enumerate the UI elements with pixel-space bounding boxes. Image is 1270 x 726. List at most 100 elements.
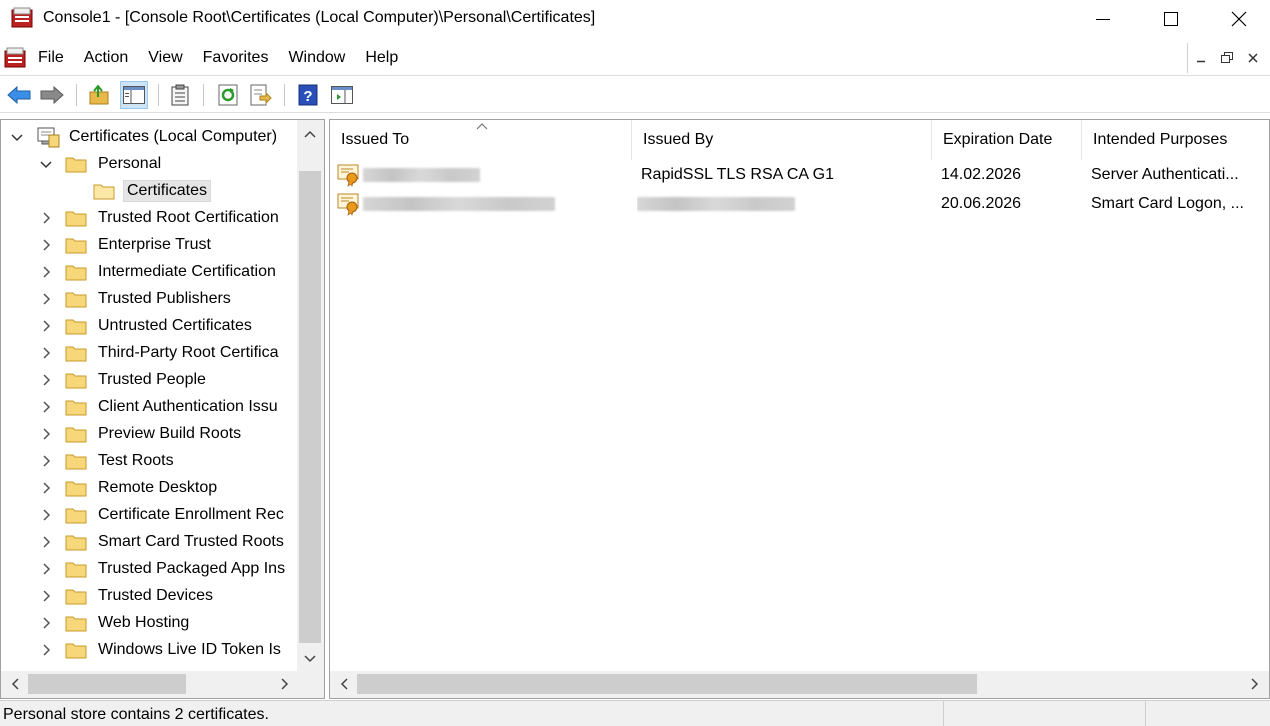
tree-node-store[interactable]: Enterprise Trust [38,231,214,258]
tree-node-store[interactable]: Windows Live ID Token Is [38,636,284,663]
child-restore-button[interactable] [1214,43,1240,73]
tree-label-store[interactable]: Trusted People [95,370,209,390]
child-close-button[interactable] [1240,43,1266,73]
chevron-right-icon[interactable] [38,561,54,577]
tree-node-store[interactable]: Trusted Root Certification [38,204,282,231]
chevron-right-icon[interactable] [38,237,54,253]
tree-label-store[interactable]: Windows Live ID Token Is [95,640,284,660]
scroll-down-icon[interactable] [300,649,320,669]
scroll-right-icon[interactable] [275,674,295,694]
tree-node-store[interactable]: Trusted Devices [38,582,216,609]
tree-node-store[interactable]: Test Roots [38,447,177,474]
scroll-up-icon[interactable] [300,124,320,144]
menu-favorites[interactable]: Favorites [193,49,279,67]
tree-node-store[interactable]: Client Authentication Issu [38,393,281,420]
tree-node-store[interactable]: Trusted Packaged App Ins [38,555,288,582]
list-hscroll-thumb[interactable] [357,674,977,694]
chevron-right-icon[interactable] [38,426,54,442]
tree-label-store[interactable]: Preview Build Roots [95,424,244,444]
properties-button[interactable] [166,81,194,109]
tree-label-store[interactable]: Trusted Packaged App Ins [95,559,288,579]
close-button[interactable] [1204,0,1270,38]
column-header-expiration-date[interactable]: Expiration Date [932,120,1082,160]
tree-horizontal-scrollbar[interactable] [1,671,324,698]
chevron-right-icon[interactable] [38,615,54,631]
chevron-right-icon[interactable] [38,480,54,496]
tree-label-store[interactable]: Intermediate Certification [95,262,279,282]
menu-window[interactable]: Window [278,49,355,67]
tree-label-store[interactable]: Certificate Enrollment Rec [95,505,287,525]
column-header-intended-purposes[interactable]: Intended Purposes [1082,120,1269,160]
maximize-button[interactable] [1136,0,1206,38]
tree-label-certificates-selected[interactable]: Certificates [123,179,212,202]
chevron-right-icon[interactable] [38,372,54,388]
tree-hscroll-thumb[interactable] [28,674,186,694]
show-action-pane-button[interactable] [328,81,356,109]
console-menu-icon[interactable] [3,46,27,70]
tree-node-store[interactable]: Certificate Enrollment Rec [38,501,287,528]
list-horizontal-scrollbar[interactable] [330,671,1269,698]
menu-action[interactable]: Action [74,49,138,67]
chevron-right-icon[interactable] [38,453,54,469]
tree-node-root[interactable]: Certificates (Local Computer) [9,123,280,150]
tree-label-store[interactable]: Trusted Root Certification [95,208,282,228]
up-one-level-button[interactable] [85,81,113,109]
tree-label-root[interactable]: Certificates (Local Computer) [66,127,280,147]
chevron-right-icon[interactable] [38,210,54,226]
chevron-right-icon[interactable] [38,507,54,523]
chevron-right-icon[interactable] [38,291,54,307]
menu-help[interactable]: Help [355,49,408,67]
tree-label-personal[interactable]: Personal [95,154,164,174]
tree-node-store[interactable]: Web Hosting [38,609,192,636]
chevron-down-icon[interactable] [38,156,54,172]
tree-label-store[interactable]: Enterprise Trust [95,235,214,255]
scroll-left-icon[interactable] [334,674,354,694]
chevron-right-icon[interactable] [38,399,54,415]
tree-node-store[interactable]: Untrusted Certificates [38,312,255,339]
tree-vertical-scrollbar[interactable] [297,120,324,672]
tree-label-store[interactable]: Web Hosting [95,613,192,633]
tree-label-store[interactable]: Trusted Devices [95,586,216,606]
menu-view[interactable]: View [138,49,192,67]
tree-node-store[interactable]: Preview Build Roots [38,420,244,447]
tree-node-store[interactable]: Third-Party Root Certifica [38,339,282,366]
tree-node-store[interactable]: Trusted Publishers [38,285,234,312]
tree-label-store[interactable]: Client Authentication Issu [95,397,281,417]
tree-label-store[interactable]: Smart Card Trusted Roots [95,532,287,552]
tree-label-store[interactable]: Untrusted Certificates [95,316,255,336]
chevron-right-icon[interactable] [38,318,54,334]
column-header-issued-to[interactable]: Issued To [330,120,632,160]
table-row[interactable]: RapidSSL TLS RSA CA G1 14.02.2026 Server… [330,160,1269,189]
tree-vscroll-thumb[interactable] [299,171,321,643]
refresh-button[interactable] [214,81,242,109]
tree-label-store[interactable]: Trusted Publishers [95,289,234,309]
help-button[interactable]: ? [294,81,322,109]
forward-button[interactable] [38,81,66,109]
column-header-issued-by[interactable]: Issued By [632,120,932,160]
show-hide-console-tree-button[interactable] [120,81,148,109]
chevron-right-icon[interactable] [38,534,54,550]
tree-node-certificates[interactable]: Certificates [93,177,212,204]
tree-node-personal[interactable]: Personal [38,150,164,177]
chevron-right-icon[interactable] [38,642,54,658]
tree-node-store[interactable]: Trusted People [38,366,209,393]
tree-node-store[interactable]: Smart Card Trusted Roots [38,528,287,555]
chevron-right-icon[interactable] [38,588,54,604]
menu-separator [0,75,1270,76]
tree-node-store[interactable]: Remote Desktop [38,474,220,501]
scroll-right-icon[interactable] [1245,674,1265,694]
table-row[interactable]: 20.06.2026 Smart Card Logon, ... [330,189,1269,218]
chevron-down-icon[interactable] [9,129,25,145]
tree-label-store[interactable]: Third-Party Root Certifica [95,343,282,363]
tree-label-store[interactable]: Test Roots [95,451,177,471]
tree-node-store[interactable]: Intermediate Certification [38,258,279,285]
chevron-right-icon[interactable] [38,264,54,280]
scroll-left-icon[interactable] [5,674,25,694]
minimize-button[interactable] [1068,0,1138,38]
tree-label-store[interactable]: Remote Desktop [95,478,220,498]
export-list-button[interactable] [247,81,275,109]
chevron-right-icon[interactable] [38,345,54,361]
menu-file[interactable]: File [28,49,74,67]
child-minimize-button[interactable] [1188,43,1214,73]
back-button[interactable] [5,81,33,109]
